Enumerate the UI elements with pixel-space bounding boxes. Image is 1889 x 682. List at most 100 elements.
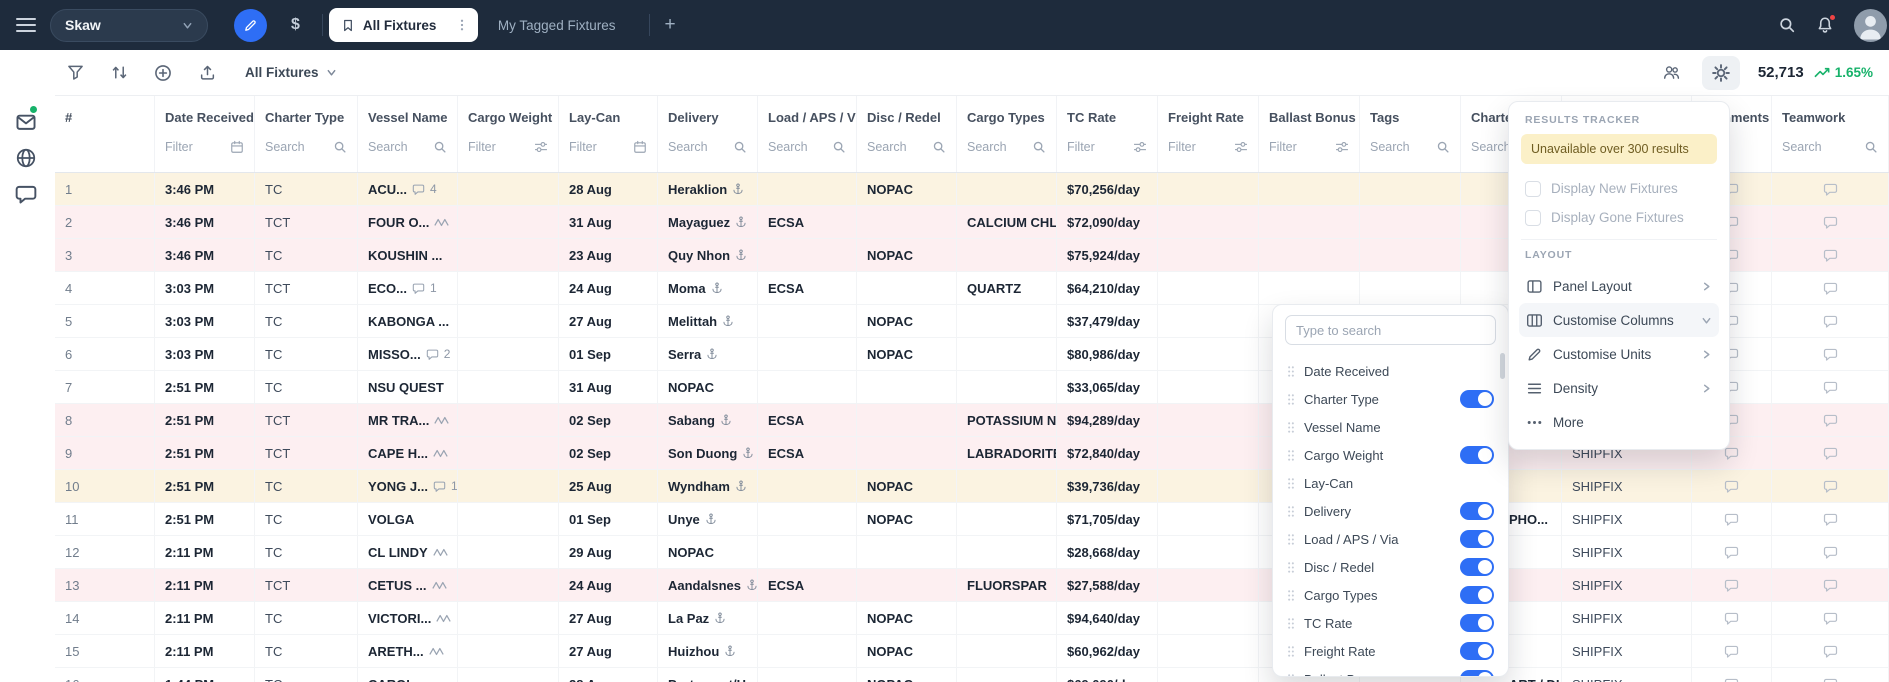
- teamwork-comment-button[interactable]: [1823, 248, 1838, 263]
- export-button[interactable]: [195, 61, 219, 85]
- menu-item-density[interactable]: Density: [1519, 371, 1719, 405]
- teamwork-comment-button[interactable]: [1823, 446, 1838, 461]
- teamwork-comment-button[interactable]: [1823, 644, 1838, 659]
- teamwork-comment-button[interactable]: [1823, 413, 1838, 428]
- column-filter-charter[interactable]: Search: [265, 140, 347, 154]
- column-item-disc-redel[interactable]: Disc / Redel: [1285, 553, 1496, 581]
- drag-handle-icon[interactable]: [1287, 477, 1295, 490]
- add-fixture-button[interactable]: [151, 61, 175, 85]
- comments-button[interactable]: [1724, 545, 1739, 560]
- column-toggle[interactable]: [1460, 446, 1494, 464]
- column-header-laycan[interactable]: Lay-CanFilter: [559, 96, 658, 172]
- column-header-date[interactable]: Date ReceivedFilter: [155, 96, 255, 172]
- column-header-tc_rate[interactable]: TC RateFilter: [1057, 96, 1158, 172]
- display-new-fixtures-checkbox[interactable]: Display New Fixtures: [1519, 174, 1719, 203]
- teamwork-comment-button[interactable]: [1823, 611, 1838, 626]
- column-item-ballast-bonus[interactable]: Ballast Bonus: [1285, 665, 1496, 677]
- mail-icon[interactable]: [15, 111, 37, 133]
- drag-handle-icon[interactable]: [1287, 365, 1295, 378]
- settings-button[interactable]: [1702, 56, 1740, 90]
- column-filter-tc_rate[interactable]: Filter: [1067, 140, 1147, 154]
- tab-all-fixtures[interactable]: All Fixtures: [329, 8, 478, 42]
- view-selector[interactable]: All Fixtures: [245, 65, 337, 80]
- column-filter-freight[interactable]: Filter: [1168, 140, 1248, 154]
- column-header-ballast[interactable]: Ballast BonusFilter: [1259, 96, 1360, 172]
- column-header-vessel[interactable]: Vessel NameSearch: [358, 96, 458, 172]
- drag-handle-icon[interactable]: [1287, 645, 1295, 658]
- table-row[interactable]: 102:51 PMTCYONG J...125 AugWyndhamNOPAC$…: [55, 470, 1889, 503]
- column-filter-vessel[interactable]: Search: [368, 140, 447, 154]
- column-item-vessel-name[interactable]: Vessel Name: [1285, 413, 1496, 441]
- column-item-cargo-weight[interactable]: Cargo Weight: [1285, 441, 1496, 469]
- column-item-cargo-types[interactable]: Cargo Types: [1285, 581, 1496, 609]
- teamwork-comment-button[interactable]: [1823, 281, 1838, 296]
- column-toggle[interactable]: [1460, 502, 1494, 520]
- menu-item-panel-layout[interactable]: Panel Layout: [1519, 269, 1719, 303]
- drag-handle-icon[interactable]: [1287, 533, 1295, 546]
- chat-icon[interactable]: [15, 183, 37, 205]
- teamwork-comment-button[interactable]: [1823, 677, 1838, 682]
- scrollbar[interactable]: [1500, 353, 1505, 379]
- column-toggle[interactable]: [1460, 670, 1494, 677]
- column-item-freight-rate[interactable]: Freight Rate: [1285, 637, 1496, 665]
- column-item-tc-rate[interactable]: TC Rate: [1285, 609, 1496, 637]
- table-row[interactable]: 122:11 PMTCCL LINDY29 AugNOPAC$28,668/da…: [55, 536, 1889, 569]
- comments-button[interactable]: [1724, 677, 1739, 682]
- search-button[interactable]: [1778, 16, 1796, 34]
- drag-handle-icon[interactable]: [1287, 505, 1295, 518]
- column-filter-delivery[interactable]: Search: [668, 140, 747, 154]
- currency-button[interactable]: $: [291, 16, 300, 34]
- column-filter-cargo_weight[interactable]: Filter: [468, 140, 548, 154]
- column-header-disc[interactable]: Disc / RedelSearch: [857, 96, 957, 172]
- teamwork-comment-button[interactable]: [1823, 347, 1838, 362]
- table-row[interactable]: 161:44 PMTCCAROL...28 AugPortsmout/H...N…: [55, 668, 1889, 682]
- column-header-cargo[interactable]: Cargo TypesSearch: [957, 96, 1057, 172]
- column-item-date-received[interactable]: Date Received: [1285, 357, 1496, 385]
- drag-handle-icon[interactable]: [1287, 589, 1295, 602]
- drag-handle-icon[interactable]: [1287, 421, 1295, 434]
- tab-my-tagged-fixtures[interactable]: My Tagged Fixtures: [486, 18, 628, 33]
- menu-item-customise-units[interactable]: Customise Units: [1519, 337, 1719, 371]
- column-filter-ballast[interactable]: Filter: [1269, 140, 1349, 154]
- column-toggle[interactable]: [1460, 642, 1494, 660]
- column-header-cargo_weight[interactable]: Cargo WeightFilter: [458, 96, 559, 172]
- menu-item-more[interactable]: More: [1519, 405, 1719, 439]
- drag-handle-icon[interactable]: [1287, 449, 1295, 462]
- globe-icon[interactable]: [15, 147, 37, 169]
- column-filter-tags[interactable]: Search: [1370, 140, 1450, 154]
- columns-search-input[interactable]: [1285, 315, 1496, 345]
- teamwork-comment-button[interactable]: [1823, 314, 1838, 329]
- column-toggle[interactable]: [1460, 614, 1494, 632]
- column-header-tags[interactable]: TagsSearch: [1360, 96, 1461, 172]
- comments-button[interactable]: [1724, 611, 1739, 626]
- comments-button[interactable]: [1724, 479, 1739, 494]
- drag-handle-icon[interactable]: [1287, 561, 1295, 574]
- comments-button[interactable]: [1724, 512, 1739, 527]
- notifications-button[interactable]: [1816, 16, 1834, 34]
- column-header-num[interactable]: #: [55, 96, 155, 172]
- menu-item-customise-columns[interactable]: Customise Columns: [1519, 303, 1719, 337]
- column-header-load[interactable]: Load / APS / ViaSearch: [758, 96, 857, 172]
- column-filter-date[interactable]: Filter: [165, 140, 244, 154]
- teamwork-comment-button[interactable]: [1823, 215, 1838, 230]
- share-users-button[interactable]: [1660, 61, 1684, 85]
- column-item-delivery[interactable]: Delivery: [1285, 497, 1496, 525]
- column-header-charter[interactable]: Charter TypeSearch: [255, 96, 358, 172]
- column-toggle[interactable]: [1460, 530, 1494, 548]
- table-row[interactable]: 132:11 PMTCTCETUS ...24 AugAandalsnesECS…: [55, 569, 1889, 602]
- column-item-load-aps-via[interactable]: Load / APS / Via: [1285, 525, 1496, 553]
- display-gone-fixtures-checkbox[interactable]: Display Gone Fixtures: [1519, 203, 1719, 232]
- column-header-delivery[interactable]: DeliverySearch: [658, 96, 758, 172]
- comments-button[interactable]: [1724, 644, 1739, 659]
- column-toggle[interactable]: [1460, 586, 1494, 604]
- column-header-teamwork[interactable]: TeamworkSearch: [1772, 96, 1889, 172]
- column-filter-laycan[interactable]: Filter: [569, 140, 647, 154]
- column-toggle[interactable]: [1460, 390, 1494, 408]
- add-tab-button[interactable]: +: [664, 14, 675, 36]
- teamwork-comment-button[interactable]: [1823, 578, 1838, 593]
- teamwork-comment-button[interactable]: [1823, 545, 1838, 560]
- teamwork-comment-button[interactable]: [1823, 182, 1838, 197]
- tab-options-icon[interactable]: [455, 18, 469, 32]
- hamburger-menu-icon[interactable]: [16, 14, 36, 36]
- comments-button[interactable]: [1724, 578, 1739, 593]
